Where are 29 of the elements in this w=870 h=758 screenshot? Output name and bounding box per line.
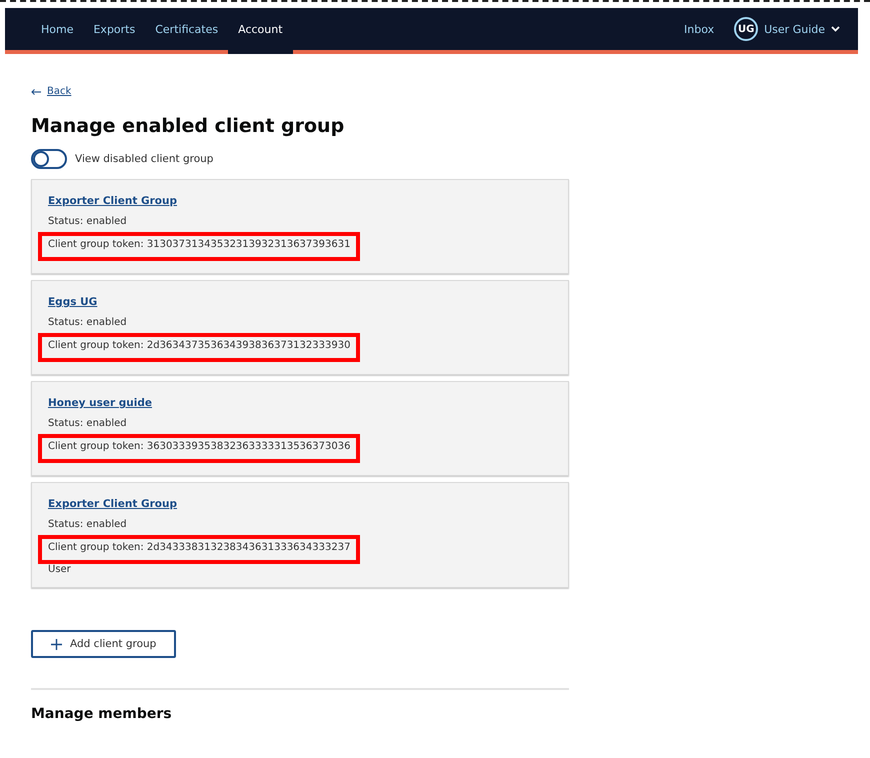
user-avatar[interactable]: UG	[734, 17, 758, 41]
section-heading: Manage members	[31, 706, 173, 722]
token-text: Client group token: 2d363437353634393836373132333930	[38, 333, 360, 362]
client-group-link[interactable]: Honey user guide	[48, 397, 152, 409]
token-text: Client group token: 31303731343532313932313637393631	[38, 232, 360, 261]
nav-link[interactable]: Certificates	[145, 8, 228, 54]
token-text: Client group token: 36303339353832363333313536373036	[38, 434, 360, 463]
left-arrow-icon	[31, 88, 41, 94]
status-text: Status: enabled	[48, 418, 128, 429]
token-text: Client group token: 2d343338313238343631333634333237	[38, 535, 360, 564]
user-name[interactable]: User Guide	[764, 22, 825, 36]
nav-link[interactable]: Exports	[83, 8, 146, 54]
client-group-link[interactable]: Eggs UG	[48, 296, 98, 308]
back-link[interactable]: Back	[47, 86, 72, 97]
page-title: Manage enabled client group	[31, 115, 346, 137]
client-group-link[interactable]: Exporter Client Group	[48, 498, 178, 510]
nav-link[interactable]: Account	[228, 8, 293, 54]
note-text: User	[48, 564, 72, 575]
add-client-group-button[interactable]: Add client group	[31, 630, 176, 658]
toggle-switch[interactable]	[31, 149, 67, 169]
plus-icon	[51, 638, 62, 650]
status-text: Status: enabled	[48, 317, 128, 328]
nav-link[interactable]: Home	[31, 8, 84, 54]
client-group-link[interactable]: Exporter Client Group	[48, 195, 178, 207]
toggle-label: View disabled client group	[75, 153, 214, 165]
inbox-link[interactable]: Inbox	[674, 8, 724, 54]
status-text: Status: enabled	[48, 519, 128, 530]
chevron-icon[interactable]	[831, 26, 840, 32]
status-text: Status: enabled	[48, 216, 128, 227]
